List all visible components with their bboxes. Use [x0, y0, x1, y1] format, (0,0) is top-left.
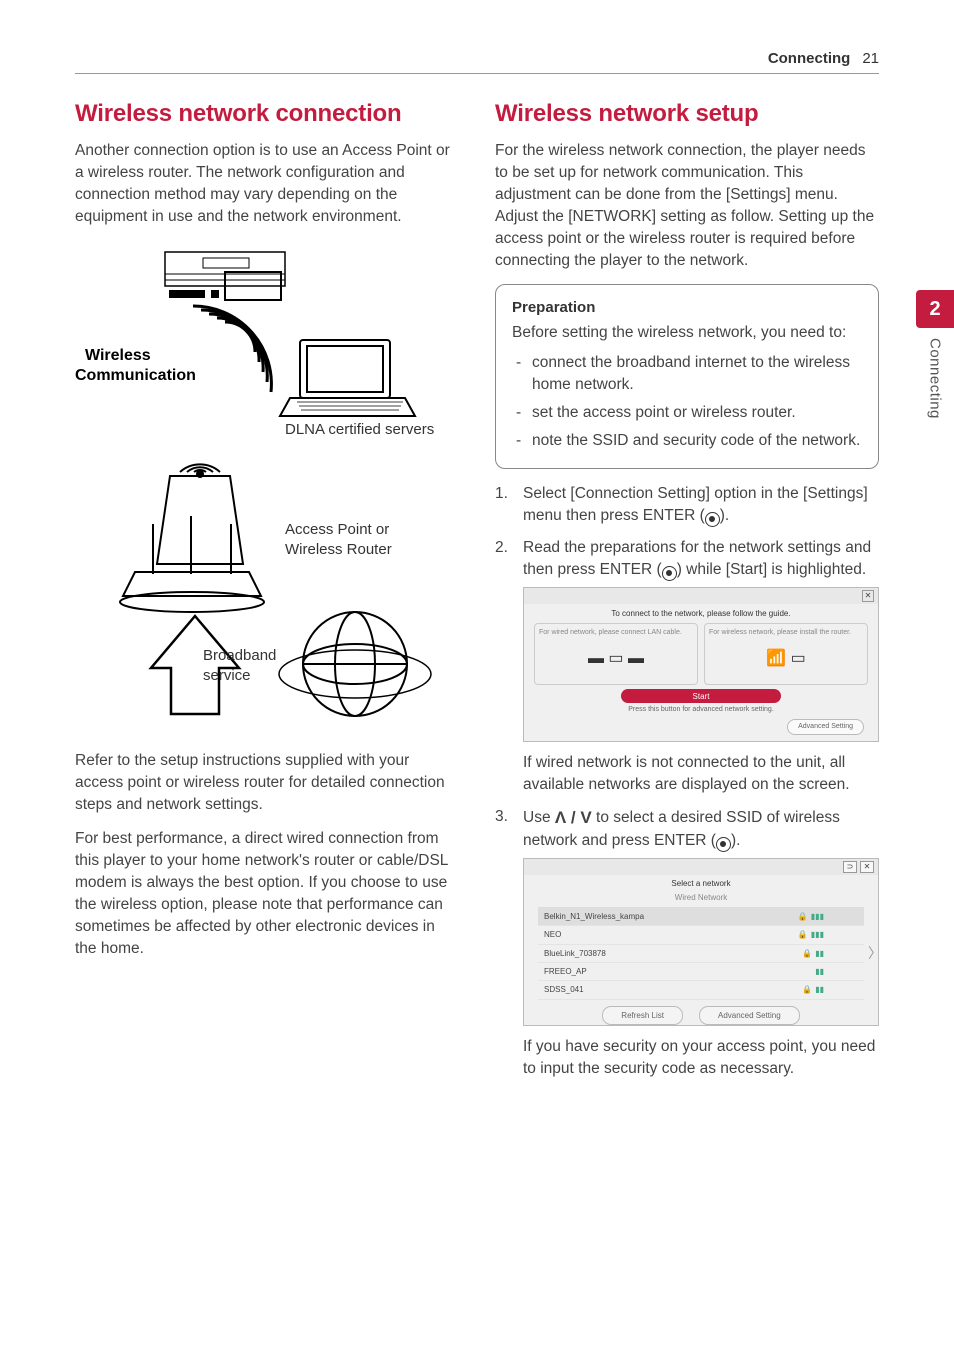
intro-paragraph: Another connection option is to use an A… — [75, 140, 459, 228]
preparation-lead: Before setting the wireless network, you… — [512, 322, 862, 344]
signal-icon: ▮▮ — [815, 984, 824, 995]
signal-icon: ▮▮▮ — [811, 911, 824, 922]
network-row: BlueLink_703878 🔒▮▮ — [538, 945, 864, 963]
heading-wireless-setup: Wireless network setup — [495, 100, 879, 128]
prep-item: note the SSID and security code of the n… — [516, 430, 862, 452]
network-row: FREEO_AP ▮▮ — [538, 963, 864, 981]
network-diagram: Wireless Communication DLNA certified se… — [75, 244, 459, 734]
close-icon: ✕ — [862, 590, 874, 602]
diagram-label-ap-1: Access Point or — [285, 521, 389, 538]
up-down-arrows-icon: Λ / V — [555, 808, 592, 827]
performance-paragraph: For best performance, a direct wired con… — [75, 828, 459, 960]
wired-devices-icon: ▬ ▭ ▬ — [539, 638, 693, 680]
page-header: Connecting 21 — [75, 50, 879, 74]
setup-instructions-paragraph: Refer to the setup instructions supplied… — [75, 750, 459, 816]
side-tab-number: 2 — [916, 290, 954, 328]
advanced-setting-button: Advanced Setting — [787, 719, 864, 735]
heading-wireless-connection: Wireless network connection — [75, 100, 459, 128]
signal-icon: ▮▮ — [815, 948, 824, 959]
wireless-router-icon: 📶 ▭ — [709, 638, 863, 680]
network-list: Belkin_N1_Wireless_kampa 🔒▮▮▮ NEO 🔒▮▮▮ B… — [524, 908, 878, 1000]
back-icon: ⊃ — [843, 861, 857, 873]
diagram-label-dlna: DLNA certified servers — [285, 421, 434, 438]
left-column: Wireless network connection Another conn… — [75, 100, 459, 1090]
network-row: NEO 🔒▮▮▮ — [538, 926, 864, 944]
ss1-title: To connect to the network, please follow… — [524, 604, 878, 623]
signal-icon: ▮▮ — [815, 966, 824, 977]
step-3: Use Λ / V to select a desired SSID of wi… — [495, 806, 879, 1026]
preparation-title: Preparation — [512, 299, 862, 316]
enter-icon — [705, 512, 720, 527]
ss2-title: Select a network — [524, 875, 878, 892]
start-button: Start — [621, 689, 781, 703]
lock-icon: 🔒 — [798, 911, 808, 922]
step-2: Read the preparations for the network se… — [495, 537, 879, 742]
network-row: SDSS_041 🔒▮▮ — [538, 981, 864, 999]
refresh-list-button: Refresh List — [602, 1006, 683, 1025]
lock-icon: 🔒 — [798, 929, 808, 940]
diagram-label-ap-2: Wireless Router — [285, 541, 392, 558]
header-page-number: 21 — [862, 50, 879, 67]
diagram-label-bb-1: Broadband — [203, 647, 276, 664]
prep-item: connect the broadband internet to the wi… — [516, 352, 862, 396]
lock-icon: 🔒 — [802, 948, 812, 959]
screenshot-select-network: ⊃ ✕ Select a network Wired Network Belki… — [523, 858, 879, 1026]
enter-icon — [662, 566, 677, 581]
close-icon: ✕ — [860, 861, 874, 873]
preparation-list: connect the broadband internet to the wi… — [512, 352, 862, 452]
diagram-label-wireless-2: Communication — [75, 367, 196, 384]
prep-item: set the access point or wireless router. — [516, 402, 862, 424]
right-column: Wireless network setup For the wireless … — [495, 100, 879, 1090]
ss2-wired-label: Wired Network — [538, 892, 864, 907]
diagram-label-bb-2: service — [203, 667, 251, 684]
signal-icon: ▮▮▮ — [811, 929, 824, 940]
screenshot-network-guide: ✕ To connect to the network, please foll… — [523, 587, 879, 742]
setup-intro-paragraph: For the wireless network connection, the… — [495, 140, 879, 272]
side-tab: 2 Connecting — [916, 290, 954, 419]
lock-icon: 🔒 — [802, 984, 812, 995]
advanced-setting-button: Advanced Setting — [699, 1006, 800, 1025]
side-tab-label: Connecting — [927, 338, 944, 419]
header-section: Connecting — [768, 50, 851, 67]
diagram-label-wireless-1: Wireless — [85, 347, 151, 364]
step-1: Select [Connection Setting] option in th… — [495, 483, 879, 527]
after-ss1-paragraph: If wired network is not connected to the… — [495, 752, 879, 796]
ss1-pane-wireless: For wireless network, please install the… — [704, 623, 868, 685]
ss1-note: Press this button for advanced network s… — [524, 705, 878, 715]
network-row: Belkin_N1_Wireless_kampa 🔒▮▮▮ — [538, 908, 864, 926]
preparation-box: Preparation Before setting the wireless … — [495, 284, 879, 469]
after-ss2-paragraph: If you have security on your access poin… — [495, 1036, 879, 1080]
chevron-right-icon: 〉 — [868, 944, 882, 964]
enter-icon — [716, 837, 731, 852]
ss1-pane-wired: For wired network, please connect LAN ca… — [534, 623, 698, 685]
